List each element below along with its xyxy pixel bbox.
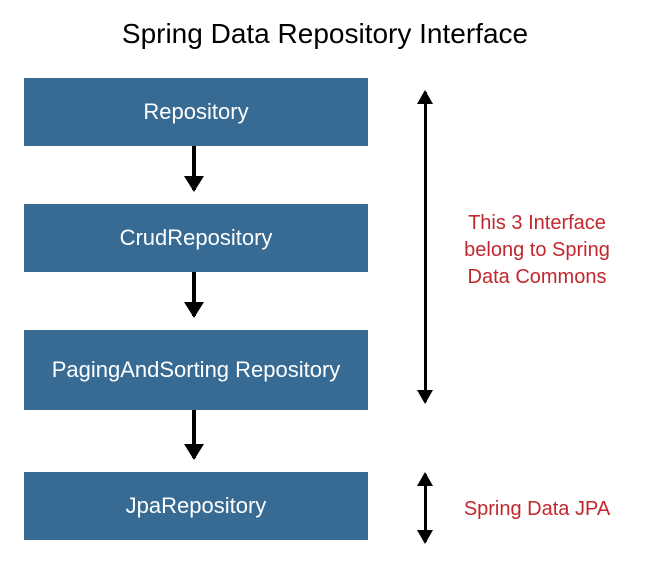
note-commons: This 3 Interface belong to Spring Data C… xyxy=(452,210,622,291)
arrow-down-icon xyxy=(192,272,196,316)
page-title: Spring Data Repository Interface xyxy=(0,18,650,50)
box-repository: Repository xyxy=(24,78,368,146)
bracket-arrow-icon xyxy=(424,92,427,402)
box-crudrepository: CrudRepository xyxy=(24,204,368,272)
arrow-down-icon xyxy=(192,410,196,458)
box-jparepository: JpaRepository xyxy=(24,472,368,540)
box-pagingandsorting: PagingAndSorting Repository xyxy=(24,330,368,410)
bracket-arrow-icon xyxy=(424,474,427,542)
arrow-down-icon xyxy=(192,146,196,190)
note-jpa: Spring Data JPA xyxy=(452,496,622,523)
